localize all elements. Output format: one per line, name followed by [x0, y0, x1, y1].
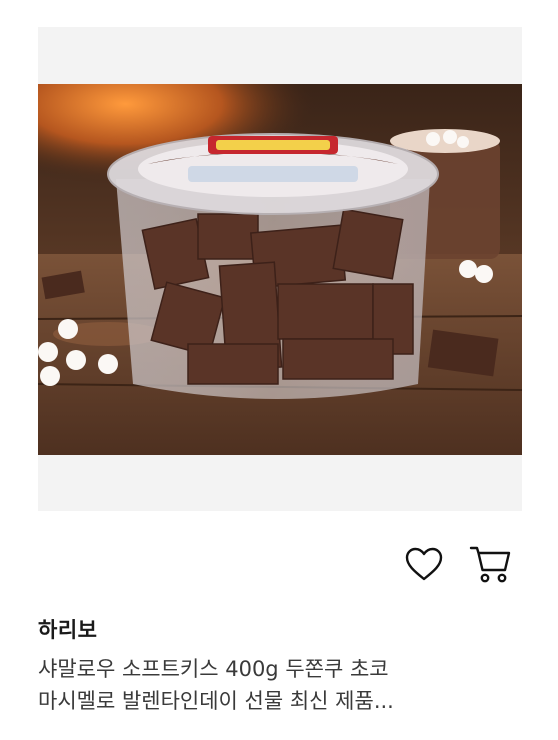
product-image-frame[interactable]: [38, 27, 522, 511]
brand-name[interactable]: 하리보: [38, 614, 97, 644]
wishlist-button[interactable]: [398, 538, 450, 590]
heart-icon: [405, 547, 443, 581]
product-photo: [38, 84, 522, 455]
product-title-line: 마시멜로 발렌타인데이 선물 최신 제품...: [38, 689, 394, 713]
product-card[interactable]: 하리보 샤말로우 소프트키스 400g 두쫀쿠 초코 마시멜로 발렌타인데이 선…: [0, 0, 558, 740]
product-title-line: 샤말로우 소프트키스 400g 두쫀쿠 초코: [38, 657, 389, 681]
card-actions: [398, 538, 522, 590]
product-title[interactable]: 샤말로우 소프트키스 400g 두쫀쿠 초코 마시멜로 발렌타인데이 선물 최신…: [38, 653, 522, 717]
cart-icon: [469, 546, 511, 583]
add-to-cart-button[interactable]: [464, 538, 516, 590]
